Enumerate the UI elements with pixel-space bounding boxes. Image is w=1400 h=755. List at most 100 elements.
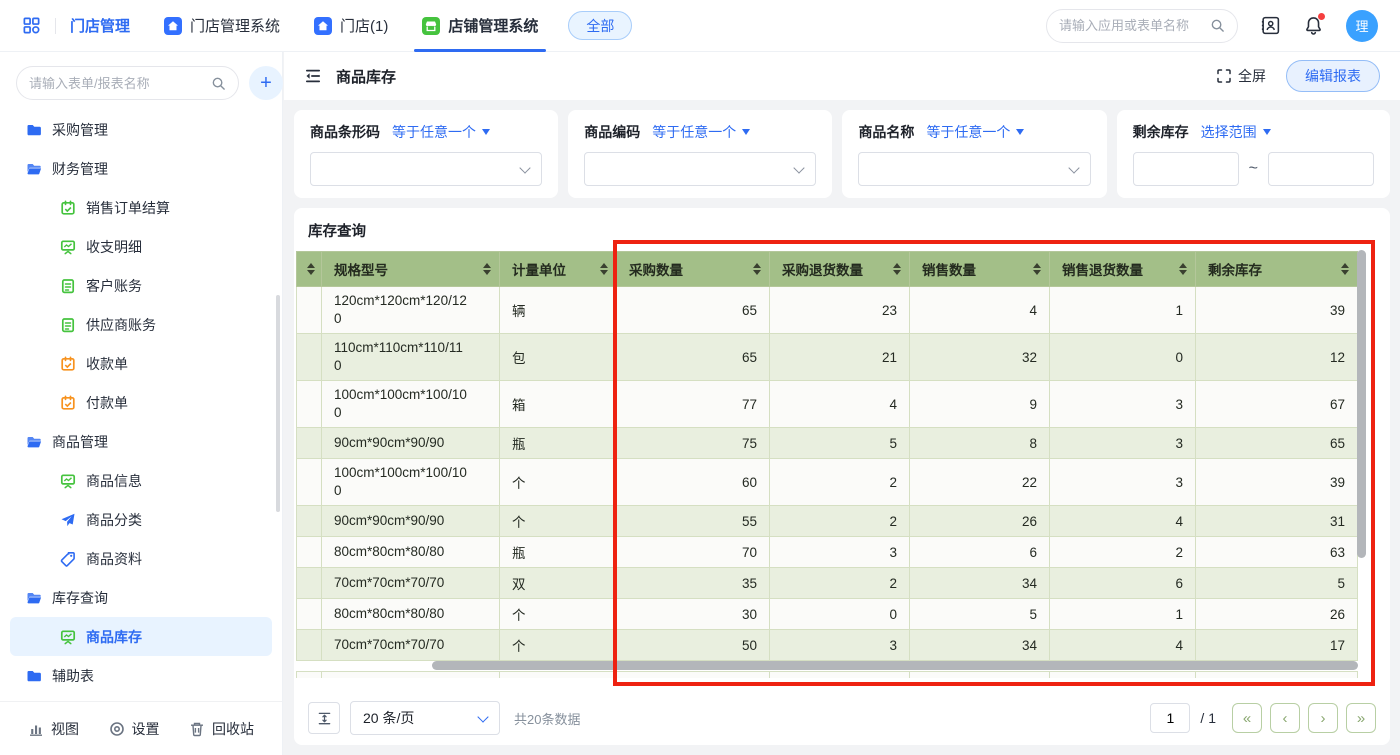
filter-condition-dropdown[interactable]: 等于任意一个	[392, 122, 490, 142]
cell: 个	[500, 506, 617, 537]
sidebar-item-13[interactable]: 商品库存	[10, 617, 272, 656]
filter-condition-dropdown[interactable]: 等于任意一个	[652, 122, 750, 142]
row-height-button[interactable]	[308, 702, 340, 734]
sort-icon[interactable]	[893, 263, 901, 275]
page-number-input[interactable]	[1150, 703, 1190, 733]
cell: 5	[770, 428, 910, 459]
sidebar-item-1[interactable]: 财务管理	[10, 149, 272, 188]
cell: 2	[770, 459, 910, 506]
sidebar-item-10[interactable]: 商品分类	[10, 500, 272, 539]
avatar[interactable]: 理	[1346, 10, 1378, 42]
cell: 60	[617, 459, 770, 506]
board-icon	[60, 629, 76, 645]
peek-table	[296, 671, 1358, 678]
filter-condition-dropdown[interactable]: 选择范围	[1201, 122, 1271, 142]
horizontal-scrollbar[interactable]	[432, 661, 1358, 670]
next-row-peek	[296, 671, 1390, 678]
prev-page-button[interactable]: ‹	[1270, 703, 1300, 733]
page-title: 商品库存	[336, 66, 396, 87]
peek-cell	[617, 672, 770, 679]
notification-bell-icon[interactable]	[1303, 15, 1324, 36]
tab-2[interactable]: 店铺管理系统	[422, 0, 538, 52]
footer-trash-button[interactable]: 回收站	[189, 719, 254, 739]
cell: 6	[910, 537, 1050, 568]
sidebar-item-0[interactable]: 采购管理	[10, 110, 272, 149]
sidebar-item-8[interactable]: 商品管理	[10, 422, 272, 461]
table-col-2[interactable]: 采购数量	[617, 252, 770, 287]
sidebar-item-12[interactable]: 库存查询	[10, 578, 272, 617]
sort-icon[interactable]	[753, 263, 761, 275]
edit-report-button[interactable]: 编辑报表	[1286, 60, 1380, 92]
filter-select[interactable]	[858, 152, 1090, 186]
sort-icon[interactable]	[600, 263, 608, 275]
brand-link[interactable]: 门店管理	[70, 15, 130, 36]
column-label: 销售数量	[922, 259, 976, 279]
page-size-select[interactable]: 20 条/页	[350, 701, 500, 735]
sidebar-item-label: 商品管理	[52, 432, 108, 452]
sidebar-item-7[interactable]: 付款单	[10, 383, 272, 422]
range-max-input[interactable]	[1268, 152, 1374, 186]
collapse-sidebar-icon[interactable]	[304, 67, 322, 85]
filter-select[interactable]	[584, 152, 816, 186]
all-apps-pill[interactable]: 全部	[568, 11, 632, 40]
table-col-3[interactable]: 采购退货数量	[770, 252, 910, 287]
sort-icon[interactable]	[1033, 263, 1041, 275]
sidebar-search[interactable]	[16, 66, 239, 100]
sidebar-item-3[interactable]: 收支明细	[10, 227, 272, 266]
fullscreen-icon	[1216, 68, 1232, 84]
topbar-search-input[interactable]	[1059, 18, 1204, 33]
next-page-button[interactable]: ›	[1308, 703, 1338, 733]
filter-select[interactable]	[310, 152, 542, 186]
last-page-button[interactable]: »	[1346, 703, 1376, 733]
notification-dot	[1318, 13, 1325, 20]
row-stub-cell	[297, 568, 322, 599]
sidebar-scrollbar[interactable]	[276, 295, 280, 512]
vertical-scrollbar[interactable]	[1357, 250, 1366, 558]
cell: 70	[617, 537, 770, 568]
filter-card-2: 商品名称等于任意一个	[842, 110, 1106, 198]
folderOpen-icon	[26, 161, 42, 177]
sidebar-item-6[interactable]: 收款单	[10, 344, 272, 383]
table-col-stub[interactable]	[297, 252, 322, 287]
sidebar-item-label: 辅助表	[52, 666, 94, 686]
sort-icon[interactable]	[1179, 263, 1187, 275]
app-grid-icon[interactable]	[22, 16, 41, 35]
cell: 31	[1196, 506, 1358, 537]
sort-icon[interactable]	[307, 263, 315, 275]
topbar-search[interactable]	[1046, 9, 1238, 43]
footer-chart-button[interactable]: 视图	[28, 719, 79, 739]
sidebar-item-14[interactable]: 辅助表	[10, 656, 272, 695]
search-icon	[1210, 18, 1225, 33]
sidebar-item-9[interactable]: 商品信息	[10, 461, 272, 500]
sidebar-item-4[interactable]: 客户账务	[10, 266, 272, 305]
chevron-down-icon	[794, 162, 805, 173]
fullscreen-button[interactable]: 全屏	[1216, 66, 1266, 86]
filter-condition-dropdown[interactable]: 等于任意一个	[926, 122, 1024, 142]
table-col-1[interactable]: 计量单位	[500, 252, 617, 287]
add-form-button[interactable]: +	[249, 66, 283, 100]
cell: 35	[617, 568, 770, 599]
cell: 双	[500, 568, 617, 599]
tab-0[interactable]: 门店管理系统	[164, 0, 280, 52]
cell: 5	[910, 599, 1050, 630]
table-col-0[interactable]: 规格型号	[322, 252, 500, 287]
table-col-6[interactable]: 剩余库存	[1196, 252, 1358, 287]
cell: 3	[1050, 381, 1196, 428]
peek-cell	[322, 672, 500, 679]
sort-icon[interactable]	[1341, 263, 1349, 275]
sidebar-item-5[interactable]: 供应商账务	[10, 305, 272, 344]
cell: 70cm*70cm*70/70	[322, 568, 500, 599]
cell: 个	[500, 599, 617, 630]
contacts-icon[interactable]	[1260, 15, 1281, 36]
range-min-input[interactable]	[1133, 152, 1239, 186]
board-icon	[60, 473, 76, 489]
footer-gear-button[interactable]: 设置	[109, 719, 160, 739]
sidebar-search-input[interactable]	[29, 76, 205, 91]
first-page-button[interactable]: «	[1232, 703, 1262, 733]
sort-icon[interactable]	[483, 263, 491, 275]
sidebar-item-11[interactable]: 商品资料	[10, 539, 272, 578]
tab-1[interactable]: 门店(1)	[314, 0, 388, 52]
sidebar-item-2[interactable]: 销售订单结算	[10, 188, 272, 227]
table-col-4[interactable]: 销售数量	[910, 252, 1050, 287]
table-col-5[interactable]: 销售退货数量	[1050, 252, 1196, 287]
